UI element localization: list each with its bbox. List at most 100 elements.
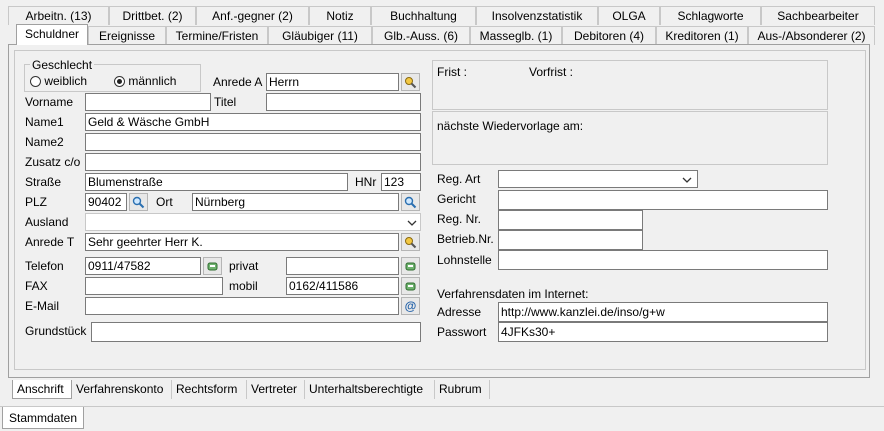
mobil-label: mobil (229, 279, 258, 293)
radio-weiblich-circle[interactable] (30, 76, 41, 87)
fax-label: FAX (25, 279, 48, 293)
privat-dial-button[interactable] (401, 257, 420, 275)
hnr-label: HNr (355, 175, 377, 189)
email-label: E-Mail (25, 299, 60, 313)
adresse-field[interactable]: http://www.kanzlei.de/inso/g+w (498, 302, 828, 322)
mobil-field[interactable]: 0162/411586 (286, 277, 399, 295)
email-field[interactable] (85, 297, 399, 315)
lohnstelle-field[interactable] (498, 250, 828, 270)
tab-debitoren[interactable]: Debitoren (4) (562, 26, 656, 45)
telefon-dial-button[interactable] (203, 257, 222, 275)
radio-weiblich-label: weiblich (44, 74, 88, 88)
grundstueck-field[interactable] (91, 322, 421, 342)
plz-search-button[interactable] (129, 193, 148, 211)
reg-nr-label: Reg. Nr. (437, 212, 482, 226)
reg-art-label: Reg. Art (437, 172, 481, 186)
mobil-dial-button[interactable] (401, 277, 420, 295)
name2-field[interactable] (85, 133, 421, 151)
subtab-anschrift[interactable]: Anschrift (12, 380, 72, 399)
reg-nr-field[interactable] (498, 210, 643, 230)
tab-drittbeteiligte[interactable]: Drittbet. (2) (109, 6, 196, 25)
tab-termine-fristen[interactable]: Termine/Fristen (166, 26, 268, 45)
vorname-label: Vorname (25, 95, 74, 109)
reg-art-select[interactable] (498, 170, 698, 188)
ort-label: Ort (156, 195, 173, 209)
tab-masseglb[interactable]: Masseglb. (1) (470, 26, 562, 45)
fax-field[interactable] (85, 277, 223, 295)
tab-insolvenzstatistik[interactable]: Insolvenzstatistik (476, 6, 598, 25)
radio-maennlich-label: männlich (128, 74, 177, 88)
frist-box (432, 60, 828, 110)
tab-schlagworte[interactable]: Schlagworte (660, 6, 761, 25)
tab-olga[interactable]: OLGA (598, 6, 660, 25)
magnifier-icon (404, 196, 417, 208)
anrede-a-label: Anrede A (213, 75, 263, 89)
radio-maennlich[interactable]: männlich (114, 72, 176, 90)
subtab-unterhaltsberechtigte[interactable]: Unterhaltsberechtigte (305, 380, 435, 399)
name1-field[interactable]: Geld & Wäsche GmbH (85, 113, 421, 131)
email-send-button[interactable]: @ (401, 297, 420, 315)
wiedervorlage-label: nächste Wiedervorlage am: (437, 119, 584, 133)
phone-icon (405, 282, 416, 290)
footer-divider (0, 406, 884, 407)
grundstueck-label: Grundstück (25, 324, 87, 338)
anrede-a-field[interactable]: Herrn (266, 73, 399, 91)
tab-glaeubiger[interactable]: Gläubiger (11) (268, 26, 372, 45)
privat-label: privat (229, 259, 259, 273)
tab-anspruchsgegner[interactable]: Anf.-gegner (2) (196, 6, 309, 25)
tab-arbeitnehmer[interactable]: Arbeitn. (13) (8, 6, 109, 25)
frist-label: Frist : (437, 65, 467, 79)
plz-label: PLZ (25, 195, 48, 209)
ort-search-button[interactable] (401, 193, 420, 211)
radio-weiblich[interactable]: weiblich (30, 72, 87, 90)
titel-label: Titel (214, 95, 237, 109)
gericht-label: Gericht (437, 192, 476, 206)
tab-aus-absonderer[interactable]: Aus-/Absonderer (2) (748, 26, 875, 45)
anrede-a-lookup-button[interactable] (401, 73, 420, 91)
lohnstelle-label: Lohnstelle (437, 253, 492, 267)
strasse-label: Straße (25, 175, 62, 189)
subtab-rechtsform[interactable]: Rechtsform (172, 380, 247, 399)
gericht-field[interactable] (498, 190, 828, 210)
at-sign-icon: @ (404, 299, 417, 313)
tab-ereignisse[interactable]: Ereignisse (88, 26, 166, 45)
vorname-field[interactable] (85, 93, 211, 111)
name1-label: Name1 (25, 115, 64, 129)
passwort-field[interactable]: 4JFKs30+ (498, 322, 828, 342)
zusatz-label: Zusatz c/o (25, 155, 81, 169)
chevron-down-icon[interactable] (682, 176, 692, 184)
strasse-field[interactable]: Blumenstraße (85, 173, 348, 191)
tab-buchhaltung[interactable]: Buchhaltung (371, 6, 476, 25)
vorfrist-label: Vorfrist : (529, 65, 574, 79)
zusatz-field[interactable] (85, 153, 421, 171)
magnifier-icon (132, 196, 145, 208)
tab-glb-auss[interactable]: Glb.-Auss. (6) (372, 26, 470, 45)
footer-tab-stammdaten[interactable]: Stammdaten (2, 407, 85, 429)
tab-schuldner[interactable]: Schuldner (16, 24, 88, 45)
hnr-field[interactable]: 123 (381, 173, 421, 191)
plz-field[interactable]: 90402 (85, 193, 127, 211)
telefon-label: Telefon (25, 259, 64, 273)
tab-sachbearbeiter[interactable]: Sachbearbeiter (761, 6, 875, 25)
ausland-select[interactable] (85, 213, 421, 231)
betrieb-nr-field[interactable] (498, 230, 643, 250)
ort-field[interactable]: Nürnberg (192, 193, 399, 211)
betrieb-nr-label: Betrieb.Nr. (437, 232, 494, 246)
name2-label: Name2 (25, 135, 64, 149)
privat-field[interactable] (286, 257, 399, 275)
adresse-label: Adresse (437, 305, 482, 319)
tab-notiz[interactable]: Notiz (309, 6, 371, 25)
subtab-vertreter[interactable]: Vertreter (247, 380, 305, 399)
anrede-t-lookup-button[interactable] (401, 233, 420, 251)
tab-kreditoren[interactable]: Kreditoren (1) (656, 26, 748, 45)
chevron-down-icon[interactable] (407, 219, 417, 227)
telefon-field[interactable]: 0911/47582 (85, 257, 201, 275)
titel-field[interactable] (266, 93, 421, 111)
phone-icon (207, 262, 218, 270)
subtab-verfahrenskonto[interactable]: Verfahrenskonto (72, 380, 172, 399)
anrede-t-field[interactable]: Sehr geehrter Herr K. (85, 233, 399, 251)
subtab-rubrum[interactable]: Rubrum (435, 380, 490, 399)
ausland-label: Ausland (25, 215, 69, 229)
internet-heading: Verfahrensdaten im Internet: (437, 287, 589, 301)
radio-maennlich-circle[interactable] (114, 76, 125, 87)
